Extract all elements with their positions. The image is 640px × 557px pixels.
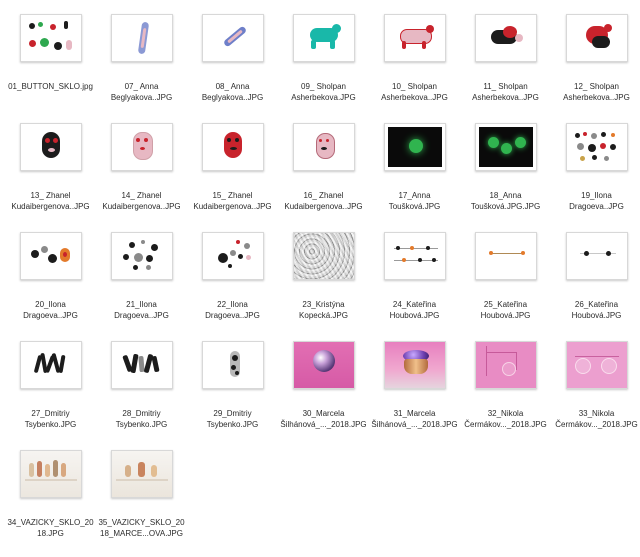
file-item[interactable]: 13_ Zhanel Kudaibergenova..JPG — [5, 121, 96, 230]
file-item[interactable]: 10_ Sholpan Asherbekova..JPG — [369, 12, 460, 121]
file-grid: 01_BUTTON_SKLO.jpg 07_ Anna Beglyakova..… — [5, 12, 640, 557]
file-name[interactable]: 20_Ilona Dragoeva..JPG — [5, 299, 96, 321]
file-thumbnail[interactable] — [565, 123, 628, 171]
file-thumbnail[interactable] — [565, 14, 628, 62]
file-thumbnail[interactable] — [474, 232, 537, 280]
file-item[interactable]: 21_Ilona Dragoeva..JPG — [96, 230, 187, 339]
file-thumbnail[interactable] — [383, 232, 446, 280]
file-thumbnail[interactable] — [110, 14, 173, 62]
file-thumbnail[interactable] — [565, 232, 628, 280]
file-item[interactable]: 34_VAZICKY_SKLO_20 18.JPG — [5, 448, 96, 557]
file-thumbnail[interactable] — [201, 123, 264, 171]
file-name[interactable]: 19_Ilona Dragoeva..JPG — [551, 190, 640, 212]
file-name[interactable]: 17_Anna Toušková.JPG — [369, 190, 460, 212]
file-name[interactable]: 10_ Sholpan Asherbekova..JPG — [369, 81, 460, 103]
file-thumbnail[interactable] — [565, 341, 628, 389]
file-name[interactable]: 24_Kateřina Houbová.JPG — [369, 299, 460, 321]
file-thumbnail[interactable] — [110, 232, 173, 280]
file-item[interactable]: 12_ Sholpan Asherbekova..JPG — [551, 12, 640, 121]
file-thumbnail[interactable] — [383, 341, 446, 389]
file-item[interactable]: 23_Kristýna Kopecká.JPG — [278, 230, 369, 339]
file-name[interactable]: 07_ Anna Beglyakova..JPG — [96, 81, 187, 103]
file-item[interactable]: 11_ Sholpan Asherbekova..JPG — [460, 12, 551, 121]
file-item[interactable]: 22_Ilona Dragoeva..JPG — [187, 230, 278, 339]
file-thumbnail[interactable] — [474, 341, 537, 389]
file-thumbnail[interactable] — [383, 14, 446, 62]
file-thumbnail[interactable] — [201, 14, 264, 62]
file-name[interactable]: 34_VAZICKY_SKLO_20 18.JPG — [5, 517, 96, 539]
file-item[interactable]: 19_Ilona Dragoeva..JPG — [551, 121, 640, 230]
file-item[interactable]: 31_Marcela Šilhánová_..._2018.JPG — [369, 339, 460, 448]
file-name[interactable]: 25_Kateřina Houbová.JPG — [460, 299, 551, 321]
file-name[interactable]: 27_Dmitriy Tsybenko.JPG — [5, 408, 96, 430]
file-name[interactable]: 18_Anna Toušková.JPG.JPG — [460, 190, 551, 212]
file-name[interactable]: 33_Nikola Čermákov..._2018.JPG — [551, 408, 640, 430]
file-item[interactable]: 07_ Anna Beglyakova..JPG — [96, 12, 187, 121]
file-item[interactable]: 17_Anna Toušková.JPG — [369, 121, 460, 230]
file-item[interactable]: 28_Dmitriy Tsybenko.JPG — [96, 339, 187, 448]
file-thumbnail[interactable] — [292, 232, 355, 280]
file-item[interactable]: 24_Kateřina Houbová.JPG — [369, 230, 460, 339]
file-item[interactable]: 35_VAZICKY_SKLO_20 18_MARCE...OVA.JPG — [96, 448, 187, 557]
file-thumbnail[interactable] — [474, 123, 537, 171]
file-thumbnail[interactable] — [110, 450, 173, 498]
file-name[interactable]: 30_Marcela Šilhánová_..._2018.JPG — [278, 408, 369, 430]
file-name[interactable]: 28_Dmitriy Tsybenko.JPG — [96, 408, 187, 430]
file-name[interactable]: 16_ Zhanel Kudaibergenova..JPG — [278, 190, 369, 212]
file-thumbnail[interactable] — [110, 341, 173, 389]
file-name[interactable]: 22_Ilona Dragoeva..JPG — [187, 299, 278, 321]
file-item[interactable]: 01_BUTTON_SKLO.jpg — [5, 12, 96, 121]
file-name[interactable]: 14_ Zhanel Kudaibergenova..JPG — [96, 190, 187, 212]
file-thumbnail[interactable] — [292, 14, 355, 62]
file-name[interactable]: 12_ Sholpan Asherbekova..JPG — [551, 81, 640, 103]
file-item[interactable]: 26_Kateřina Houbová.JPG — [551, 230, 640, 339]
file-thumbnail[interactable] — [292, 341, 355, 389]
file-item[interactable]: 27_Dmitriy Tsybenko.JPG — [5, 339, 96, 448]
file-name[interactable]: 29_Dmitriy Tsybenko.JPG — [187, 408, 278, 430]
file-name[interactable]: 23_Kristýna Kopecká.JPG — [278, 299, 369, 321]
file-thumbnail[interactable] — [383, 123, 446, 171]
file-item[interactable]: 09_ Sholpan Asherbekova.JPG — [278, 12, 369, 121]
file-thumbnail[interactable] — [19, 123, 82, 171]
file-thumbnail[interactable] — [19, 14, 82, 62]
file-item[interactable]: 30_Marcela Šilhánová_..._2018.JPG — [278, 339, 369, 448]
file-thumbnail[interactable] — [19, 450, 82, 498]
file-name[interactable]: 11_ Sholpan Asherbekova..JPG — [460, 81, 551, 103]
file-name[interactable]: 31_Marcela Šilhánová_..._2018.JPG — [369, 408, 460, 430]
file-thumbnail[interactable] — [201, 232, 264, 280]
file-name[interactable]: 09_ Sholpan Asherbekova.JPG — [278, 81, 369, 103]
file-name[interactable]: 08_ Anna Beglyakova..JPG — [187, 81, 278, 103]
file-thumbnail[interactable] — [292, 123, 355, 171]
file-name[interactable]: 21_Ilona Dragoeva..JPG — [96, 299, 187, 321]
file-item[interactable]: 29_Dmitriy Tsybenko.JPG — [187, 339, 278, 448]
file-thumbnail[interactable] — [110, 123, 173, 171]
file-name[interactable]: 35_VAZICKY_SKLO_20 18_MARCE...OVA.JPG — [96, 517, 187, 539]
file-thumbnail[interactable] — [474, 14, 537, 62]
file-item[interactable]: 16_ Zhanel Kudaibergenova..JPG — [278, 121, 369, 230]
file-item[interactable]: 14_ Zhanel Kudaibergenova..JPG — [96, 121, 187, 230]
file-item[interactable]: 15_ Zhanel Kudaibergenova..JPG — [187, 121, 278, 230]
file-name[interactable]: 15_ Zhanel Kudaibergenova..JPG — [187, 190, 278, 212]
file-name[interactable]: 26_Kateřina Houbová.JPG — [551, 299, 640, 321]
file-item[interactable]: 25_Kateřina Houbová.JPG — [460, 230, 551, 339]
file-name[interactable]: 13_ Zhanel Kudaibergenova..JPG — [5, 190, 96, 212]
file-thumbnail[interactable] — [19, 341, 82, 389]
file-name[interactable]: 32_Nikola Čermákov..._2018.JPG — [460, 408, 551, 430]
file-item[interactable]: 33_Nikola Čermákov..._2018.JPG — [551, 339, 640, 448]
file-item[interactable]: 18_Anna Toušková.JPG.JPG — [460, 121, 551, 230]
file-item[interactable]: 08_ Anna Beglyakova..JPG — [187, 12, 278, 121]
file-item[interactable]: 32_Nikola Čermákov..._2018.JPG — [460, 339, 551, 448]
file-name[interactable]: 01_BUTTON_SKLO.jpg — [5, 81, 96, 92]
file-item[interactable]: 20_Ilona Dragoeva..JPG — [5, 230, 96, 339]
file-thumbnail[interactable] — [19, 232, 82, 280]
file-thumbnail[interactable] — [201, 341, 264, 389]
